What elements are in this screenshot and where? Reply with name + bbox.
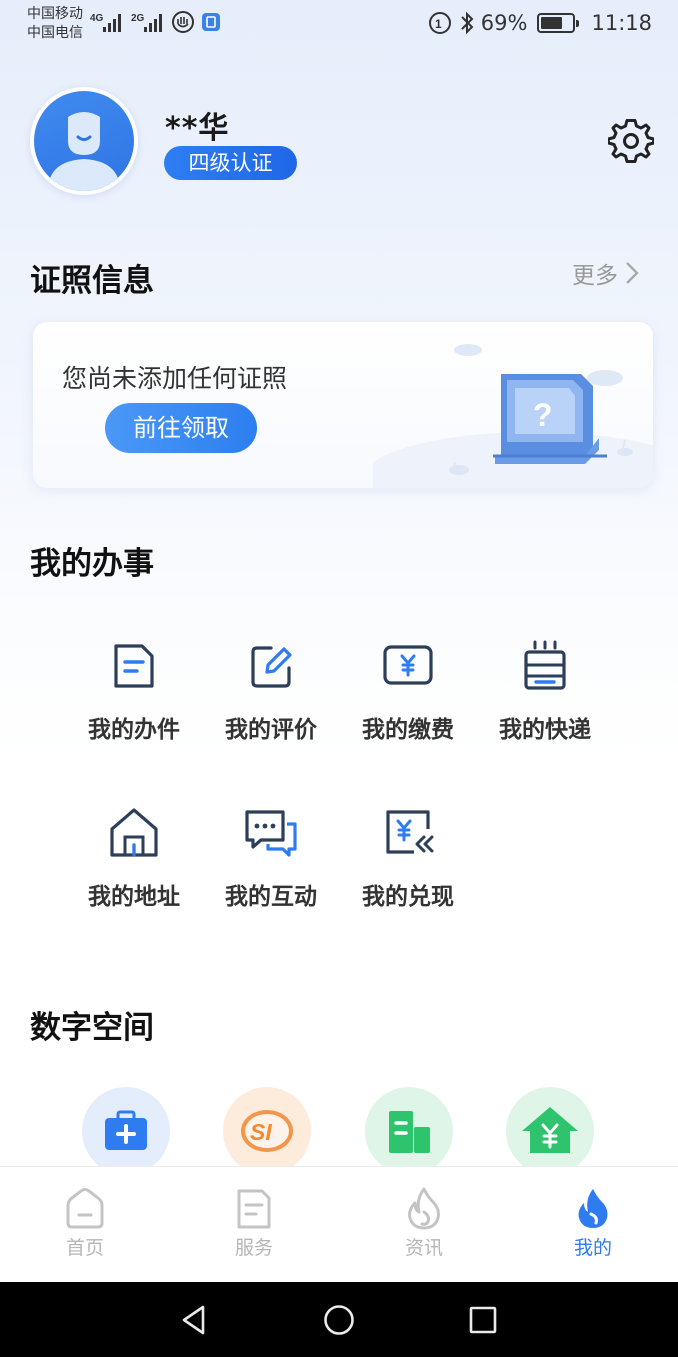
signal-2g-icon: 2G xyxy=(131,13,162,32)
service-label: 我的互动 xyxy=(225,884,317,910)
battery-fill xyxy=(541,17,563,29)
digital-section-title: 数字空间 xyxy=(30,1010,154,1046)
bluetooth-icon xyxy=(461,11,474,35)
news-tab-icon xyxy=(408,1187,440,1230)
app-notification-icon xyxy=(172,11,194,33)
package-icon xyxy=(524,640,566,690)
more-licenses-link[interactable]: 更多 xyxy=(572,256,640,290)
service-label: 我的地址 xyxy=(88,884,180,910)
service-item-my-cases[interactable]: 我的办件 xyxy=(69,638,199,744)
chat-icon xyxy=(245,810,297,857)
svg-text:SI: SI xyxy=(250,1119,272,1145)
username: **华 xyxy=(165,111,230,146)
tab-label: 我的 xyxy=(573,1237,612,1259)
app-badge-icon xyxy=(202,13,220,31)
net-1-label: 4G xyxy=(90,13,104,24)
service-label: 我的快递 xyxy=(499,717,591,743)
avatar[interactable] xyxy=(30,87,138,195)
service-label: 我的缴费 xyxy=(362,717,454,743)
user-avatar-icon xyxy=(48,112,120,191)
back-triangle-icon[interactable] xyxy=(176,1302,212,1338)
service-label: 我的评价 xyxy=(225,717,317,743)
status-right: 1 69% 11:18 xyxy=(427,9,652,37)
digital-item-housing-fund[interactable] xyxy=(506,1087,594,1175)
battery-percent: 69% xyxy=(480,11,528,35)
tab-service[interactable]: 服务 xyxy=(199,1187,309,1260)
auth-level-badge[interactable]: 四级认证 xyxy=(164,146,297,180)
redeem-icon xyxy=(386,810,434,854)
bottom-nav: 首页 服务 资讯 我的 xyxy=(0,1166,678,1282)
svg-text:?: ? xyxy=(533,397,553,433)
edit-icon xyxy=(251,646,292,688)
home-icon xyxy=(110,808,158,857)
clock: 11:18 xyxy=(591,11,652,35)
tab-home[interactable]: 首页 xyxy=(30,1187,140,1260)
carrier-2: 中国电信 xyxy=(27,25,83,41)
housing-fund-icon xyxy=(522,1107,578,1153)
document-icon xyxy=(114,644,154,688)
license-card: 您尚未添加任何证照 前往领取 ? xyxy=(33,322,653,488)
tab-mine[interactable]: 我的 xyxy=(538,1187,648,1260)
service-item-my-address[interactable]: 我的地址 xyxy=(69,805,199,911)
more-label: 更多 xyxy=(572,263,618,289)
tab-label: 资讯 xyxy=(404,1237,443,1259)
service-label: 我的办件 xyxy=(88,717,180,743)
svg-text:1: 1 xyxy=(435,17,442,31)
home-circle-icon[interactable] xyxy=(321,1302,357,1338)
service-item-my-payments[interactable]: 我的缴费 xyxy=(343,638,473,744)
tab-label: 服务 xyxy=(234,1237,273,1259)
service-item-my-reviews[interactable]: 我的评价 xyxy=(206,638,336,744)
digital-item-medical[interactable] xyxy=(82,1087,170,1175)
chevron-right-icon xyxy=(626,262,639,284)
hd-call-icon: 1 xyxy=(428,12,451,34)
empty-box-illustration: ? xyxy=(373,344,653,488)
building-icon xyxy=(389,1111,430,1153)
service-item-my-redeem[interactable]: 我的兑现 xyxy=(343,805,473,911)
tab-label: 首页 xyxy=(65,1237,104,1259)
home-tab-icon xyxy=(66,1188,104,1229)
carrier-info: 中国移动 中国电信 xyxy=(27,5,83,43)
service-tab-icon xyxy=(237,1189,271,1229)
carrier-1: 中国移动 xyxy=(27,6,83,22)
payment-icon xyxy=(383,645,433,685)
battery-icon xyxy=(537,13,580,33)
digital-item-social-security[interactable]: SI xyxy=(223,1087,311,1175)
license-section-title: 证照信息 xyxy=(30,263,154,299)
digital-item-enterprise[interactable] xyxy=(365,1087,453,1175)
license-empty-text: 您尚未添加任何证照 xyxy=(62,364,288,393)
service-item-my-interaction[interactable]: 我的互动 xyxy=(206,805,336,911)
mine-tab-icon xyxy=(578,1189,608,1228)
signal-4g-icon: 4G xyxy=(90,13,121,32)
net-2-label: 2G xyxy=(131,13,145,24)
medical-kit-icon xyxy=(105,1110,147,1150)
service-item-my-express[interactable]: 我的快递 xyxy=(480,638,610,744)
service-label: 我的兑现 xyxy=(362,884,454,910)
system-nav-bar xyxy=(0,1282,678,1357)
tab-news[interactable]: 资讯 xyxy=(369,1187,479,1260)
settings-gear-icon[interactable] xyxy=(608,118,654,164)
social-security-icon: SI xyxy=(241,1110,293,1152)
recent-apps-square-icon[interactable] xyxy=(465,1302,501,1338)
affairs-section-title: 我的办事 xyxy=(30,546,154,582)
status-bar: 中国移动 中国电信 4G 2G 1 69% 11:18 xyxy=(0,0,678,48)
claim-license-button[interactable]: 前往领取 xyxy=(105,403,257,453)
